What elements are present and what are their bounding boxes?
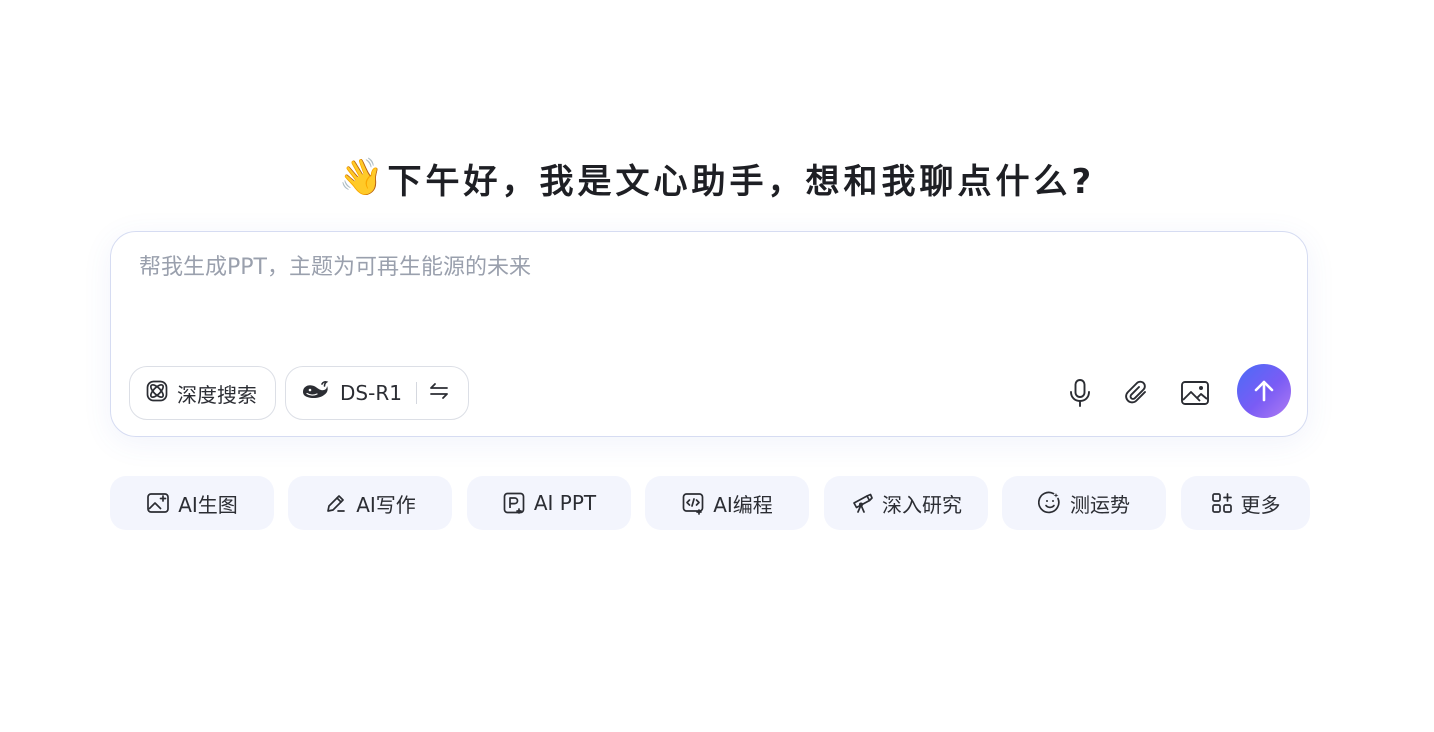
fortune-face-icon bbox=[1038, 491, 1060, 514]
quick-action-label: 深入研究 bbox=[882, 492, 962, 517]
paperclip-icon[interactable] bbox=[1120, 376, 1154, 410]
quick-action-label: AI写作 bbox=[356, 492, 416, 517]
quick-action-ai-coding[interactable]: AI编程 bbox=[645, 476, 809, 530]
code-icon bbox=[682, 493, 704, 515]
greeting-title: 下午好，我是文心助手，想和我聊点什么? bbox=[387, 161, 1096, 202]
deep-search-toggle[interactable]: 深度搜索 bbox=[129, 366, 276, 420]
quick-action-label: AI编程 bbox=[713, 492, 773, 517]
prompt-input[interactable] bbox=[139, 252, 1279, 282]
model-selector[interactable]: DS-R1 bbox=[285, 366, 469, 420]
presentation-icon bbox=[503, 492, 525, 514]
divider bbox=[415, 382, 417, 404]
send-button[interactable] bbox=[1237, 364, 1291, 418]
image-plus-icon bbox=[147, 493, 170, 513]
arrow-up-icon bbox=[1254, 380, 1274, 402]
quick-action-ai-image[interactable]: AI生图 bbox=[110, 476, 274, 530]
quick-action-deep-research[interactable]: 深入研究 bbox=[824, 476, 988, 530]
microphone-icon[interactable] bbox=[1063, 376, 1097, 410]
quick-action-label: AI生图 bbox=[178, 492, 238, 517]
image-icon[interactable] bbox=[1178, 376, 1212, 410]
page: 👋 下午好，我是文心助手，想和我聊点什么? 深度搜索 bbox=[0, 0, 1434, 732]
pen-icon bbox=[327, 495, 346, 512]
atom-icon bbox=[145, 379, 169, 408]
telescope-icon bbox=[853, 493, 873, 513]
quick-action-ai-ppt[interactable]: AI PPT bbox=[467, 476, 631, 530]
quick-action-label: 测运势 bbox=[1070, 492, 1130, 517]
quick-action-label: 更多 bbox=[1240, 492, 1281, 517]
deep-search-label: 深度搜索 bbox=[177, 382, 257, 407]
whale-icon bbox=[300, 379, 330, 408]
quick-action-fortune[interactable]: 测运势 bbox=[1002, 476, 1166, 530]
chat-composer: 深度搜索 DS-R1 bbox=[110, 231, 1308, 437]
greeting: 👋 下午好，我是文心助手，想和我聊点什么? bbox=[0, 150, 1434, 206]
waving-hand-icon: 👋 bbox=[338, 157, 384, 198]
quick-action-ai-writing[interactable]: AI写作 bbox=[288, 476, 452, 530]
quick-actions: AI生图 AI写作 AI PPT AI编程 深入研究 测运势 更多 bbox=[110, 476, 1310, 530]
model-label: DS-R1 bbox=[340, 381, 402, 405]
apps-plus-icon bbox=[1211, 493, 1232, 513]
quick-action-label: AI PPT bbox=[533, 491, 597, 515]
quick-action-more[interactable]: 更多 bbox=[1181, 476, 1310, 530]
swap-arrows-icon[interactable] bbox=[427, 379, 451, 408]
